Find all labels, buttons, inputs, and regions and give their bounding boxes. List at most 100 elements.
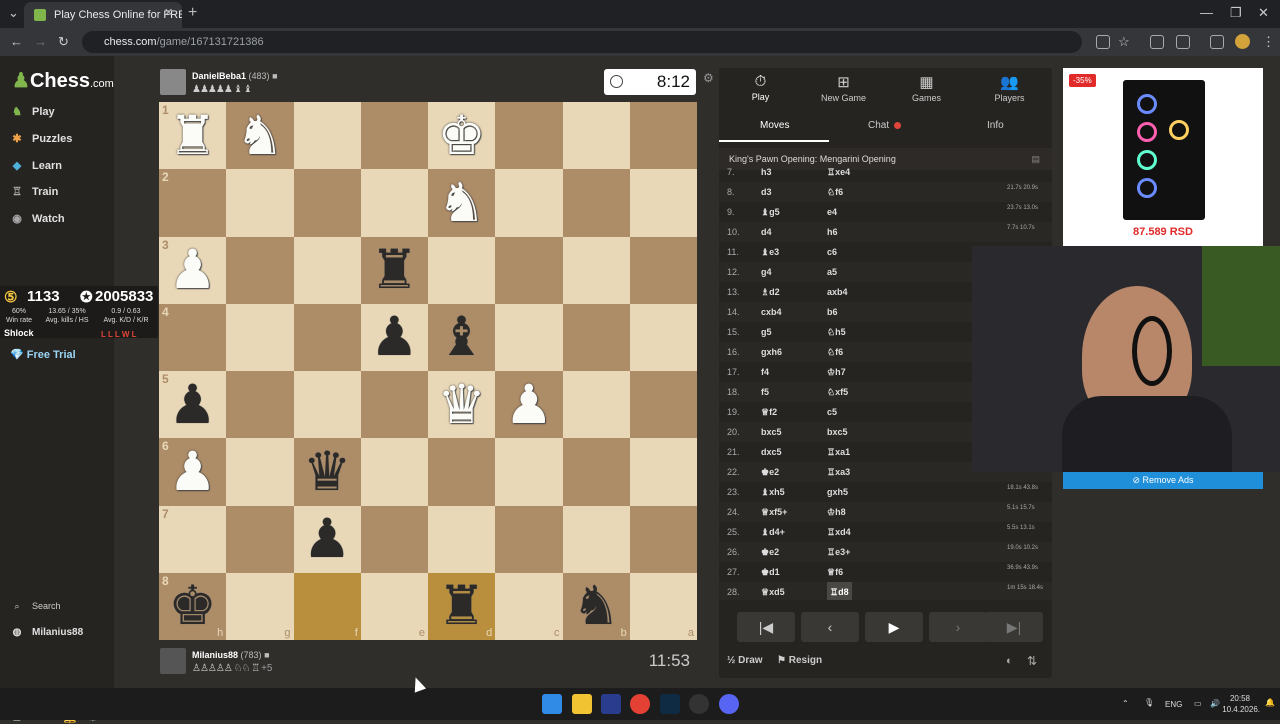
obs-icon[interactable] — [689, 694, 709, 714]
board-square[interactable] — [360, 371, 428, 439]
white-move[interactable]: d4 — [761, 222, 772, 242]
sidebar-item-train[interactable]: ♖ Train — [10, 185, 58, 198]
black-rook-icon[interactable]: ♜ — [437, 579, 485, 633]
white-move[interactable]: dxc5 — [761, 442, 782, 462]
white-move[interactable]: ♝g5 — [761, 202, 780, 222]
chess-board[interactable]: 1 ♜ ♞ ♚ 2 ♞ 3 ♟ ♜ 4 ♟ ♝ 5 ♟ ♛ ♟ 6 ♟ ♛ 7 ♟ 8 h ♚ g f e d ♜ c b ♞ a — [159, 102, 697, 640]
board-square[interactable]: d ♜ — [428, 572, 496, 640]
white-move[interactable]: ♕xd5 — [761, 582, 785, 600]
white-move[interactable]: ♝e3 — [761, 242, 779, 262]
clock-date[interactable]: 10.4.2026. — [1220, 705, 1260, 714]
black-move[interactable]: c6 — [827, 242, 837, 262]
white-move[interactable]: ♚e2 — [761, 462, 779, 482]
board-square[interactable] — [293, 236, 361, 304]
white-queen-icon[interactable]: ♛ — [437, 377, 485, 432]
board-square[interactable] — [226, 505, 294, 573]
white-move[interactable]: d3 — [761, 182, 772, 202]
black-move[interactable]: axb4 — [827, 282, 848, 302]
board-square[interactable]: ♟ — [495, 371, 563, 439]
top-player-name[interactable]: DanielBeba1 (483) ■ — [192, 71, 278, 81]
subtab-moves[interactable]: Moves — [760, 120, 789, 131]
black-move[interactable]: c5 — [827, 402, 837, 422]
board-square[interactable] — [629, 438, 697, 506]
board-square[interactable] — [629, 303, 697, 371]
browser-tab[interactable]: Play Chess Online for FREE - 2 — [24, 2, 182, 28]
remove-ads-button[interactable]: ⊘ Remove Ads — [1063, 472, 1263, 489]
board-square[interactable]: 6 ♟ — [159, 438, 227, 506]
black-move[interactable]: ♘xf5 — [827, 382, 848, 402]
draw-button[interactable]: ½ Draw — [727, 655, 763, 666]
white-move[interactable]: ♕xf5+ — [761, 502, 787, 522]
white-move[interactable]: g4 — [761, 262, 772, 282]
black-move[interactable]: ♘f6 — [827, 342, 843, 362]
sidebar-item-puzzles[interactable]: ✱ Puzzles — [10, 132, 72, 145]
speaker-icon[interactable]: 🔊 — [1210, 699, 1220, 708]
white-move[interactable]: g5 — [761, 322, 772, 342]
board-square[interactable]: e — [360, 572, 428, 640]
top-player-avatar[interactable] — [160, 69, 186, 95]
white-move[interactable]: cxb4 — [761, 302, 782, 322]
board-square[interactable] — [226, 236, 294, 304]
maximize-icon[interactable]: ❐ — [1230, 5, 1242, 21]
white-move[interactable]: f4 — [761, 362, 769, 382]
board-square[interactable] — [562, 303, 630, 371]
clock-time[interactable]: 20:58 — [1220, 694, 1250, 703]
board-square[interactable]: c — [495, 572, 563, 640]
close-tab-icon[interactable]: ✕ — [164, 6, 173, 19]
black-move[interactable]: ♖e3+ — [827, 542, 850, 562]
board-square[interactable] — [293, 303, 361, 371]
white-move[interactable]: ♚d1 — [761, 562, 780, 582]
windows-start-icon[interactable] — [542, 694, 562, 714]
board-settings-icon[interactable]: ⚙ — [703, 71, 714, 85]
black-move[interactable]: ♖xa3 — [827, 462, 850, 482]
board-square[interactable] — [562, 438, 630, 506]
minimize-icon[interactable]: — — [1200, 5, 1213, 20]
analysis-icon[interactable]: ◐ — [1006, 655, 1013, 667]
tab-new-game[interactable]: ⊞ New Game — [802, 73, 885, 103]
black-bishop-icon[interactable]: ♝ — [437, 310, 485, 364]
board-square[interactable] — [428, 505, 496, 573]
board-square[interactable]: g — [226, 572, 294, 640]
back-icon[interactable]: ← — [10, 34, 23, 49]
board-square[interactable]: 7 — [159, 505, 227, 573]
user-profile-item[interactable]: ◍ Milanius88 — [10, 627, 84, 638]
book-icon[interactable]: ▤ — [1031, 148, 1040, 170]
black-move[interactable]: ♖xa1 — [827, 442, 850, 462]
board-square[interactable]: 4 — [159, 303, 227, 371]
board-square[interactable] — [293, 102, 361, 170]
black-move[interactable]: ♖xe4 — [827, 168, 850, 182]
board-square[interactable]: ♟ — [293, 505, 361, 573]
bottom-player-avatar[interactable] — [160, 648, 186, 674]
black-move[interactable]: ♕f6 — [827, 562, 843, 582]
board-square[interactable] — [629, 102, 697, 170]
board-square[interactable] — [360, 438, 428, 506]
white-pawn-icon[interactable]: ♟ — [505, 377, 553, 432]
board-square[interactable]: ♟ — [360, 303, 428, 371]
board-square[interactable] — [629, 371, 697, 439]
white-move[interactable]: gxh6 — [761, 342, 782, 362]
first-move-button[interactable]: |◀ — [737, 612, 795, 642]
vpn-app-icon[interactable] — [601, 694, 621, 714]
board-square[interactable]: b ♞ — [562, 572, 630, 640]
file-explorer-icon[interactable] — [572, 694, 592, 714]
sidebar-item-learn[interactable]: ◆ Learn — [10, 159, 62, 172]
board-square[interactable] — [562, 236, 630, 304]
new-tab-icon[interactable]: + — [188, 4, 197, 22]
ad-banner[interactable]: -35% 87.589 RSD — [1063, 68, 1263, 246]
black-move[interactable]: bxc5 — [827, 422, 848, 442]
black-move[interactable]: b6 — [827, 302, 838, 322]
board-square[interactable]: ♞ — [428, 169, 496, 237]
tab-play[interactable]: ⏱ Play — [719, 73, 802, 102]
board-square[interactable] — [495, 169, 563, 237]
chess-logo[interactable]: ♟Chess.com — [12, 68, 114, 93]
reload-icon[interactable]: ↻ — [58, 34, 69, 50]
subtab-info[interactable]: Info — [987, 120, 1004, 131]
board-square[interactable]: 3 ♟ — [159, 236, 227, 304]
black-move[interactable]: ♖d8 — [827, 582, 852, 600]
resign-button[interactable]: ⚑ Resign — [777, 655, 822, 666]
white-move[interactable]: ♕f2 — [761, 402, 777, 422]
board-square[interactable] — [428, 438, 496, 506]
board-square[interactable] — [495, 438, 563, 506]
media-icon[interactable] — [1210, 35, 1224, 49]
black-pawn-icon[interactable]: ♟ — [303, 512, 351, 566]
